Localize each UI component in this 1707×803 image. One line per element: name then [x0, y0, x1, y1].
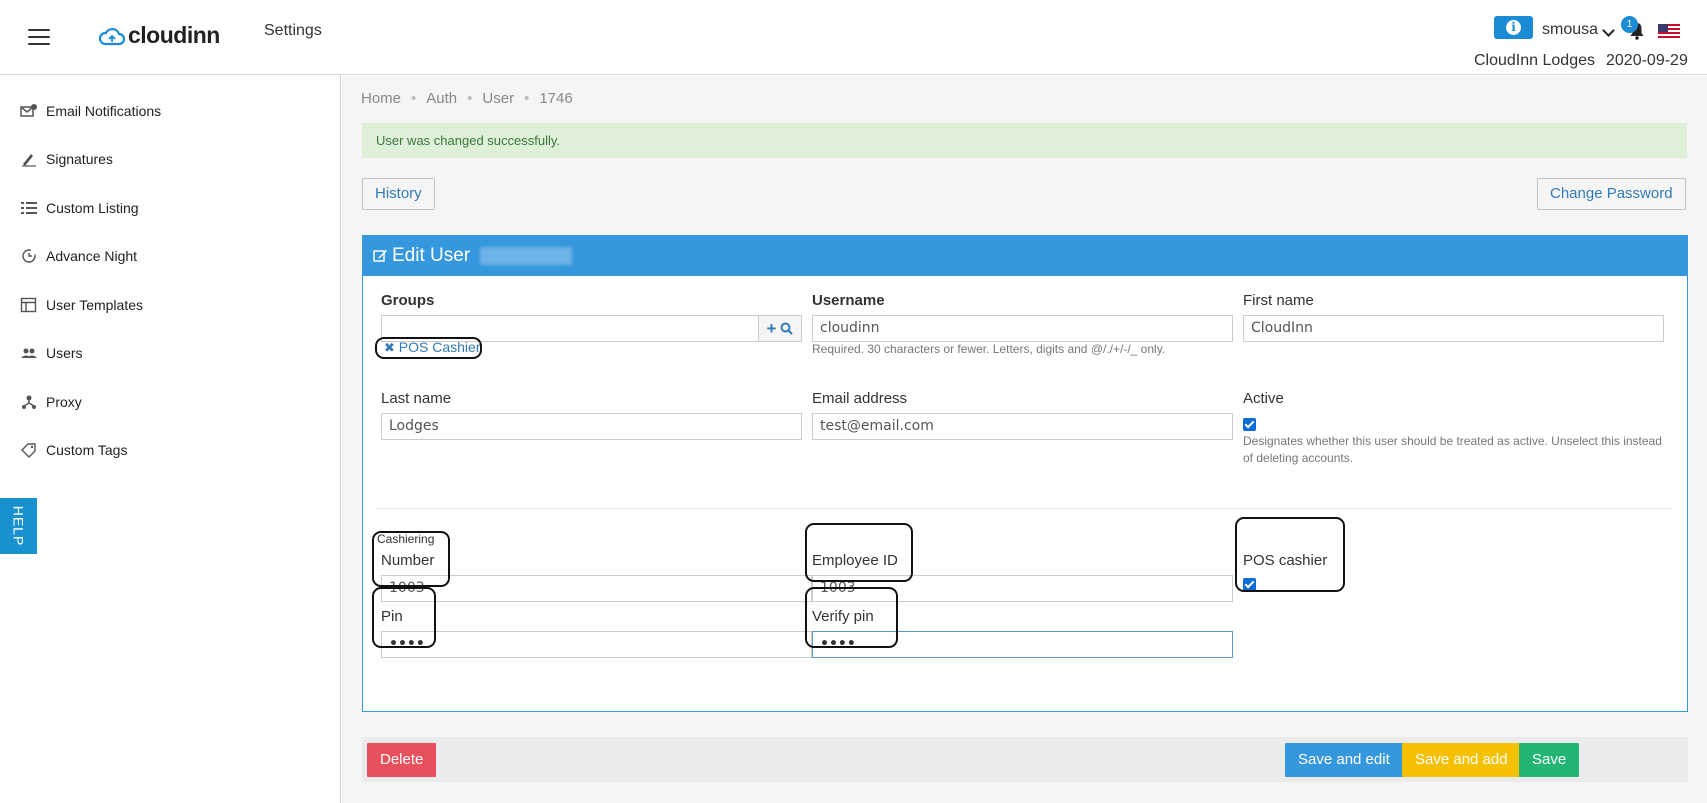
breadcrumb-home[interactable]: Home	[361, 90, 401, 107]
tag-icon	[21, 443, 36, 458]
page-title: Settings	[264, 22, 322, 39]
redacted-username	[480, 247, 573, 265]
first-name-label: First name	[1243, 292, 1314, 309]
us-flag-icon[interactable]	[1658, 24, 1680, 39]
help-tab[interactable]: HELP	[0, 498, 37, 554]
edit-icon	[373, 250, 387, 262]
breadcrumb-user[interactable]: User	[482, 90, 514, 107]
number-input[interactable]: 1003	[381, 575, 812, 602]
users-icon	[21, 348, 37, 358]
sidebar-item-email-notifications[interactable]: Email Notifications	[20, 100, 161, 122]
top-bar: cloudinn Settings i smousa 1 CloudInn Lo…	[0, 0, 1707, 75]
menu-icon[interactable]	[28, 29, 50, 45]
clock-icon	[22, 249, 36, 263]
divider	[377, 508, 1673, 509]
username-help: Required. 30 characters or fewer. Letter…	[812, 342, 1166, 356]
groups-add-search[interactable]: +	[758, 315, 802, 342]
pos-cashier-checkbox[interactable]	[1243, 578, 1256, 591]
active-help: Designates whether this user should be t…	[1243, 434, 1662, 465]
search-icon[interactable]	[780, 322, 794, 335]
network-icon	[22, 395, 36, 409]
chevron-down-icon[interactable]	[1602, 24, 1615, 37]
info-button[interactable]: i	[1494, 16, 1533, 39]
remove-icon[interactable]: ✖	[384, 340, 395, 355]
save-and-add-button[interactable]: Save and add	[1402, 743, 1521, 777]
panel-title: Edit User	[392, 245, 471, 266]
sidebar-item-label: Proxy	[46, 394, 82, 410]
group-chip-label: POS Cashier	[398, 339, 481, 355]
sidebar-item-custom-listing[interactable]: Custom Listing	[20, 197, 139, 219]
groups-input[interactable]	[381, 315, 759, 342]
employee-id-input[interactable]: 1003	[812, 575, 1233, 602]
breadcrumb: Home • Auth • User • 1746	[361, 90, 573, 107]
info-icon: i	[1511, 20, 1516, 34]
email-settings-icon	[20, 104, 37, 117]
main-content: Home • Auth • User • 1746 User was changed …	[342, 76, 1707, 803]
sidebar-item-label: Signatures	[46, 151, 113, 167]
pin-input[interactable]: ••••	[381, 631, 812, 658]
sidebar-item-label: User Templates	[46, 297, 144, 313]
change-password-button[interactable]: Change Password	[1537, 178, 1686, 210]
sidebar-item-proxy[interactable]: Proxy	[20, 391, 82, 413]
breadcrumb-auth[interactable]: Auth	[426, 90, 457, 107]
pin-label: Pin	[381, 608, 403, 625]
pos-cashier-label: POS cashier	[1243, 552, 1328, 569]
business-date: 2020-09-29	[1606, 52, 1688, 69]
last-name-input[interactable]: Lodges	[381, 413, 802, 440]
breadcrumb-current: 1746	[539, 90, 573, 107]
sidebar-item-custom-tags[interactable]: Custom Tags	[20, 439, 127, 461]
email-input[interactable]: test@email.com	[812, 413, 1233, 440]
action-bar: Delete Save and edit Save and add Save	[362, 737, 1688, 782]
sidebar-item-label: Custom Listing	[46, 200, 139, 216]
cashiering-label: Cashiering	[377, 532, 435, 546]
verify-pin-input[interactable]: ••••	[812, 631, 1233, 658]
username-label: Username	[812, 292, 885, 309]
help-label: HELP	[10, 505, 27, 547]
notification-badge: 1	[1621, 16, 1638, 33]
group-chip[interactable]: ✖ POS Cashier	[384, 339, 481, 356]
sidebar: Email Notifications Signatures Custom Li…	[0, 75, 341, 803]
active-label: Active	[1243, 390, 1284, 407]
verify-pin-label: Verify pin	[812, 608, 874, 625]
list-icon	[21, 202, 37, 214]
save-and-edit-button[interactable]: Save and edit	[1285, 743, 1403, 777]
edit-user-panel: Edit User Groups + ✖ POS Cashier Usernam…	[362, 235, 1688, 712]
pen-icon	[22, 154, 36, 167]
groups-label: Groups	[381, 292, 435, 309]
plus-icon[interactable]: +	[767, 319, 777, 339]
sidebar-item-label: Email Notifications	[46, 103, 162, 119]
first-name-input[interactable]: CloudInn	[1243, 315, 1664, 342]
success-alert: User was changed successfully.	[362, 123, 1687, 158]
sidebar-item-user-templates[interactable]: User Templates	[20, 294, 143, 316]
sidebar-item-label: Advance Night	[46, 248, 138, 264]
sidebar-item-users[interactable]: Users	[20, 342, 83, 364]
delete-button[interactable]: Delete	[367, 743, 437, 777]
save-button[interactable]: Save	[1519, 743, 1580, 777]
panel-header: Edit User	[363, 236, 1687, 276]
username-input[interactable]: cloudinn	[812, 315, 1233, 342]
template-icon	[20, 297, 37, 313]
cloud-logo-icon	[98, 27, 126, 45]
sidebar-item-advance-night[interactable]: Advance Night	[20, 245, 137, 267]
sidebar-item-label: Custom Tags	[46, 442, 128, 458]
number-label: Number	[381, 552, 435, 569]
email-label: Email address	[812, 390, 908, 407]
logo[interactable]: cloudinn	[98, 22, 220, 49]
sidebar-item-label: Users	[46, 345, 83, 361]
employee-id-label: Employee ID	[812, 552, 898, 569]
property-name: CloudInn Lodges	[1474, 52, 1595, 69]
last-name-label: Last name	[381, 390, 452, 407]
user-menu[interactable]: smousa	[1542, 21, 1598, 39]
logo-text: cloudinn	[128, 22, 220, 48]
sidebar-item-signatures[interactable]: Signatures	[20, 148, 113, 170]
history-button[interactable]: History	[362, 178, 435, 210]
active-checkbox[interactable]	[1243, 418, 1256, 431]
